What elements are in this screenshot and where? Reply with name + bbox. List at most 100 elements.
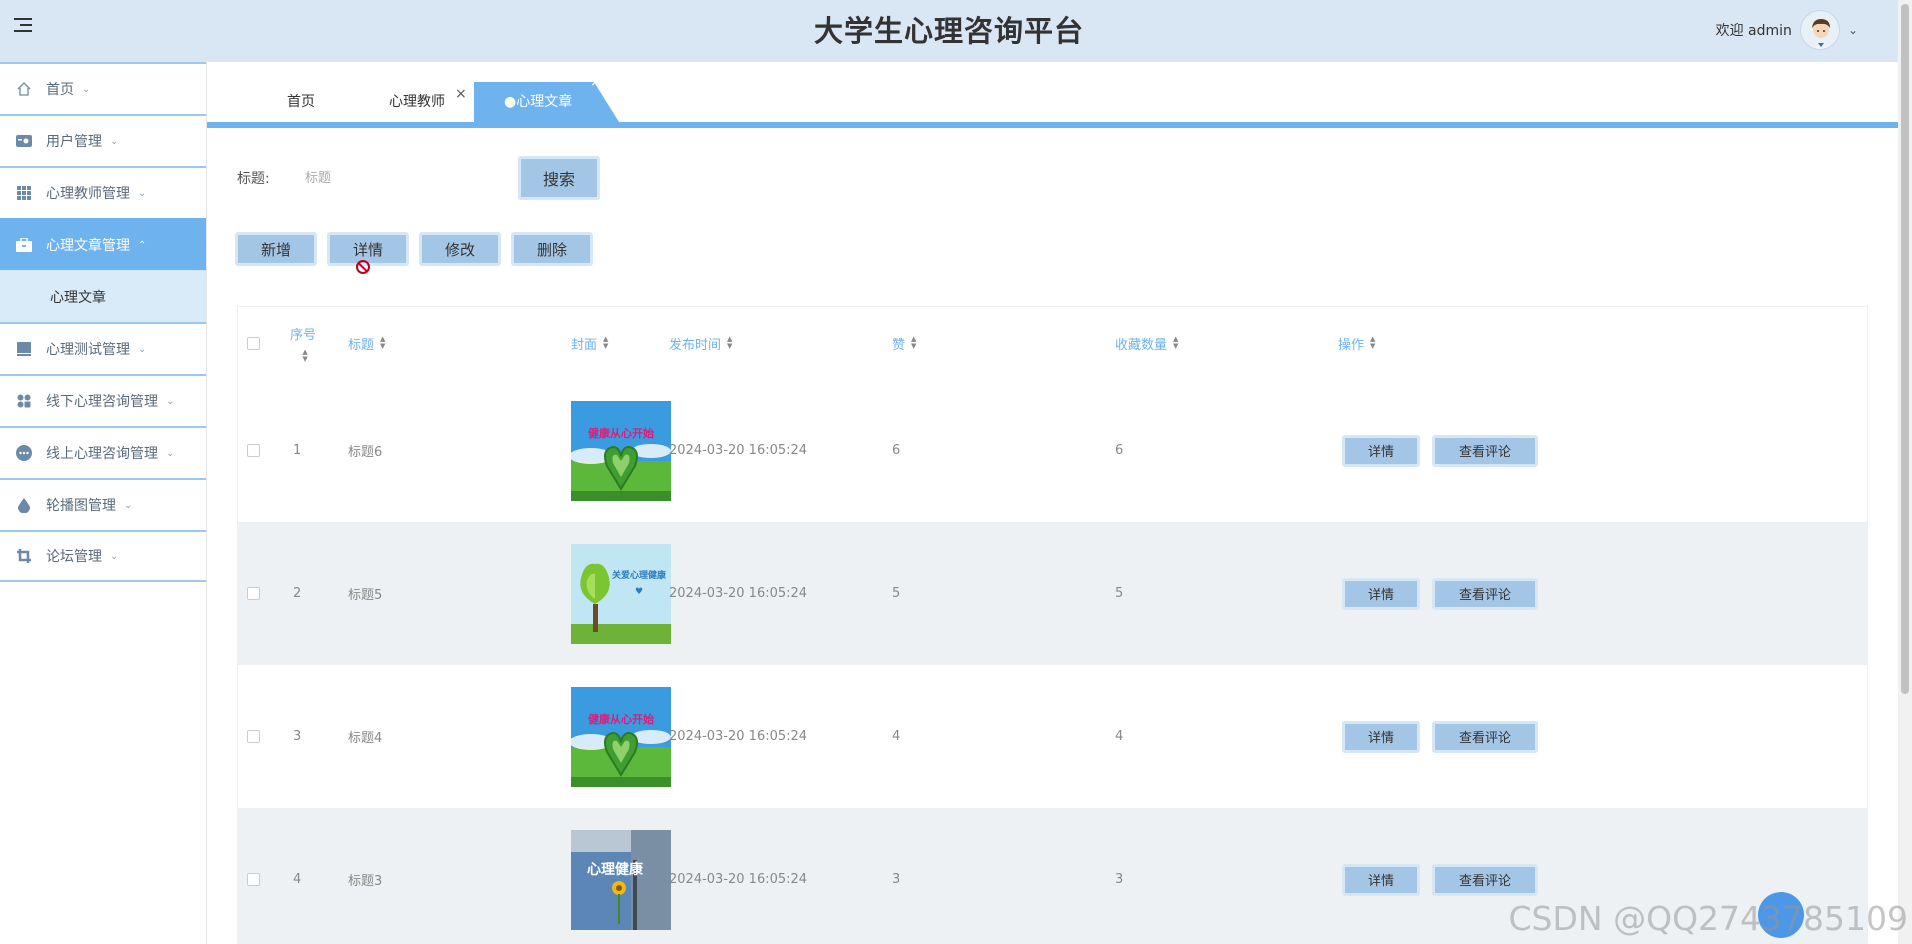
row-detail-button[interactable]: 详情 [1342, 577, 1420, 610]
cover-image[interactable]: 健康从心开始 [571, 400, 671, 501]
apps-icon [16, 393, 32, 409]
sidebar-item-offline-consult[interactable]: 线下心理咨询管理 ⌄ [0, 374, 206, 426]
detail-button[interactable]: 详情 [327, 232, 409, 266]
sort-icon: ▲ ▼ [1370, 335, 1376, 350]
search-input[interactable] [305, 160, 515, 196]
add-button[interactable]: 新增 [235, 232, 317, 266]
column-header-title[interactable]: 标题 ▲ ▼ [348, 307, 385, 379]
sidebar-item-label: 轮播图管理 [46, 498, 116, 514]
chevron-down-icon: ⌄ [166, 447, 175, 459]
row-comment-button[interactable]: 查看评论 [1432, 720, 1538, 753]
chevron-down-icon: ⌄ [82, 83, 91, 95]
chevron-down-icon: ⌄ [110, 135, 119, 147]
search-button[interactable]: 搜索 [518, 156, 600, 200]
row-checkbox[interactable] [247, 808, 260, 944]
cell-likes: 6 [892, 443, 901, 458]
sidebar-item-teachers[interactable]: 心理教师管理 ⌄ [0, 166, 206, 218]
cell-time: 2024-03-20 16:05:24 [669, 443, 808, 458]
cell-favorites: 4 [1115, 729, 1124, 744]
sidebar-item-carousel[interactable]: 轮播图管理 ⌄ [0, 478, 206, 530]
cell-title: 标题6 [348, 445, 383, 460]
tab-label: 心理教师 [389, 94, 445, 110]
home-icon [16, 81, 32, 97]
cell-cover: 心理健康 [571, 808, 671, 944]
svg-text:♥: ♥ [635, 587, 643, 597]
cell-actions: 详情 查看评论 [1342, 665, 1538, 808]
close-icon[interactable]: × [590, 74, 602, 90]
sidebar-item-label: 线上心理咨询管理 [46, 446, 158, 462]
briefcase-icon [16, 237, 32, 253]
row-detail-button[interactable]: 详情 [1342, 720, 1420, 753]
column-header-favorites[interactable]: 收藏数量 ▲ ▼ [1115, 307, 1178, 379]
cover-image[interactable]: 健康从心开始 [571, 686, 671, 787]
sidebar-subitem-article[interactable]: 心理文章 [0, 270, 206, 322]
sidebar-item-tests[interactable]: 心理测试管理 ⌄ [0, 322, 206, 374]
row-detail-button[interactable]: 详情 [1342, 863, 1420, 896]
row-checkbox[interactable] [247, 665, 260, 808]
column-header-cover[interactable]: 封面 ▲ ▼ [571, 307, 608, 379]
row-detail-button[interactable]: 详情 [1342, 434, 1420, 467]
sidebar-item-forum[interactable]: 论坛管理 ⌄ [0, 530, 206, 582]
cell-actions: 详情 查看评论 [1342, 808, 1538, 944]
page-scrollbar[interactable] [1898, 0, 1912, 944]
cell-favorites: 5 [1115, 586, 1124, 601]
column-label: 发布时间 [669, 337, 722, 353]
column-header-likes[interactable]: 赞 ▲ ▼ [892, 307, 916, 379]
chevron-down-icon: ⌄ [166, 395, 175, 407]
sort-icon: ▲ ▼ [911, 335, 917, 350]
row-checkbox[interactable] [247, 522, 260, 665]
cell-cover: 健康从心开始 [571, 665, 671, 808]
cover-image[interactable]: 关爱心理健康 ♥ [571, 543, 671, 644]
cover-text: 健康从心开始 [588, 712, 654, 726]
user-card-icon [16, 133, 32, 149]
row-comment-button[interactable]: 查看评论 [1432, 577, 1538, 610]
main-content: 标题: 搜索 新增 详情 修改 删除 序号 ▲▼ 标题 ▲▼ 封面 ▲▼ 发布时… [207, 126, 1898, 944]
sidebar-item-articles[interactable]: 心理文章管理 ⌃ [0, 218, 206, 270]
column-header-actions[interactable]: 操作 ▲ ▼ [1338, 307, 1375, 379]
tab-home[interactable]: 首页 [287, 82, 315, 122]
cover-text: 健康从心开始 [588, 426, 654, 440]
sort-icon: ▲ ▼ [302, 347, 308, 363]
cell-likes: 3 [892, 872, 901, 887]
sidebar-subitem-label: 心理文章 [50, 289, 106, 306]
sidebar-item-home[interactable]: 首页 ⌄ [0, 62, 206, 114]
row-comment-button[interactable]: 查看评论 [1432, 863, 1538, 896]
cell-no: 4 [293, 872, 302, 887]
cell-no: 2 [293, 586, 302, 601]
user-menu[interactable]: 欢迎 admin ⌄ [1716, 6, 1858, 54]
close-icon[interactable]: × [455, 74, 467, 114]
table-header: 序号 ▲ ▼ 标题 ▲ ▼ 封面 ▲ ▼ 发布时间 ▲ ▼ 赞 ▲ ▼ 收藏数量 ▲ ▼ [237, 307, 1868, 379]
delete-button[interactable]: 删除 [511, 232, 593, 266]
avatar [1799, 10, 1840, 50]
sort-icon: ▲ ▼ [1173, 335, 1179, 350]
cell-no: 3 [293, 729, 302, 744]
cell-title: 标题4 [348, 731, 383, 746]
sidebar-item-label: 心理文章管理 [46, 238, 130, 254]
tab-teacher[interactable]: 心理教师 × [389, 82, 467, 122]
tab-article[interactable]: ●心理文章 × [474, 74, 619, 122]
crop-icon [16, 548, 32, 564]
select-all-checkbox[interactable] [247, 307, 260, 379]
cell-time: 2024-03-20 16:05:24 [669, 729, 808, 744]
cell-favorites: 6 [1115, 443, 1124, 458]
search-label: 标题: [237, 171, 270, 187]
sidebar-item-online-consult[interactable]: 线上心理咨询管理 ⌄ [0, 426, 206, 478]
row-comment-button[interactable]: 查看评论 [1432, 434, 1538, 467]
column-header-no[interactable]: 序号 ▲ ▼ [290, 307, 316, 379]
sort-icon: ▲ ▼ [727, 335, 733, 350]
sort-icon: ▲ ▼ [380, 335, 386, 350]
sidebar-item-label: 用户管理 [46, 134, 102, 150]
floating-help-button[interactable] [1758, 892, 1804, 938]
row-checkbox[interactable] [247, 379, 260, 522]
sidebar: 首页 ⌄ 用户管理 ⌄ 心理教师管理 ⌄ 心理文章管理 ⌃ 心理文章 心理测试管… [0, 62, 207, 944]
menu-toggle-icon[interactable] [14, 18, 34, 34]
sidebar-item-users[interactable]: 用户管理 ⌄ [0, 114, 206, 166]
cell-title: 标题5 [348, 588, 383, 603]
cover-image[interactable]: 心理健康 [571, 829, 671, 930]
search-form: 标题: [237, 156, 515, 200]
sidebar-item-label: 心理测试管理 [46, 342, 130, 358]
edit-button[interactable]: 修改 [419, 232, 501, 266]
table-row: 2 标题5 关爱心理健康 ♥ 2024-03-20 16:05:24 5 5 详… [237, 522, 1868, 665]
sidebar-item-label: 论坛管理 [46, 549, 102, 565]
column-header-time[interactable]: 发布时间 ▲ ▼ [669, 307, 732, 379]
